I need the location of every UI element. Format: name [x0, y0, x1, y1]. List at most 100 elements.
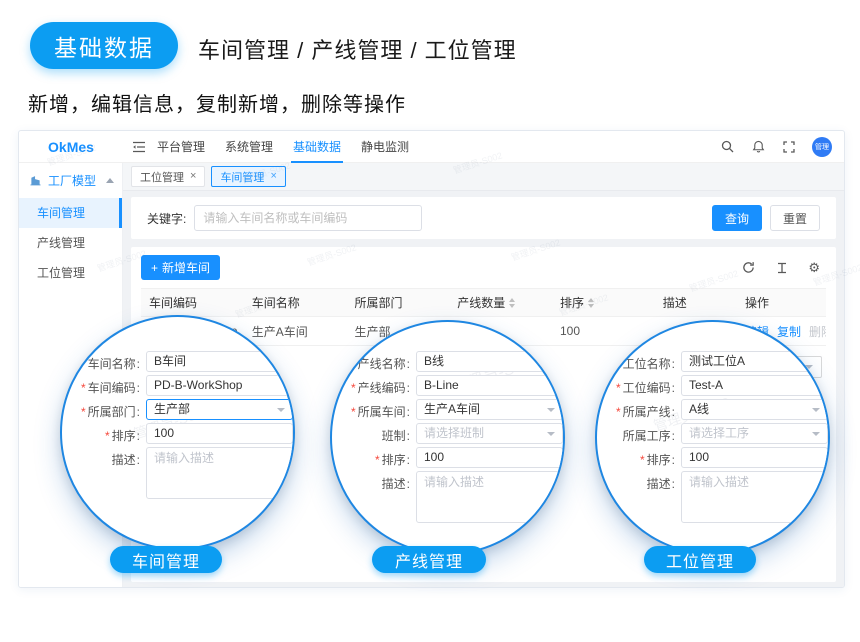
sort-up-icon: [509, 298, 515, 302]
form-select[interactable]: 生产A车间: [416, 399, 563, 420]
search-panel: 关键字: 请输入车间名称或车间编码 查询 重置: [131, 197, 836, 239]
action-link[interactable]: 复制: [777, 323, 801, 340]
refresh-icon[interactable]: [740, 260, 756, 276]
form-input[interactable]: PD-B-WorkShop: [146, 375, 293, 396]
form-label: 产线名称: [332, 351, 410, 372]
tab[interactable]: 车间管理 ×: [211, 166, 285, 187]
chevron-down-icon: [812, 408, 820, 412]
form-label: 工位名称: [597, 351, 675, 372]
reset-button[interactable]: 重置: [770, 205, 820, 231]
form-row: 车间编码 PD-B-WorkShop: [62, 375, 293, 396]
sidebar-item[interactable]: 产线管理: [19, 228, 122, 258]
table-cell: 100: [552, 324, 655, 338]
form-label: 所属部门: [62, 399, 140, 420]
top-nav-item[interactable]: 平台管理: [157, 130, 205, 163]
form-row: 产线编码B-Line: [332, 375, 563, 396]
close-icon[interactable]: ×: [270, 171, 276, 182]
form-textarea[interactable]: 请输入描述: [681, 471, 828, 523]
keyword-input[interactable]: 请输入车间名称或车间编码: [194, 205, 422, 231]
top-nav-item[interactable]: 静电监测: [361, 130, 409, 163]
column-header-label: 所属部门: [355, 294, 403, 311]
chevron-down-icon: [547, 408, 555, 412]
sidebar-item[interactable]: 车间管理: [19, 198, 122, 228]
table-header-row: 车间编码车间名称所属部门产线数量排序描述操作: [141, 288, 826, 317]
close-icon[interactable]: ×: [190, 171, 196, 182]
top-nav: 平台管理系统管理基础数据静电监测: [157, 130, 409, 163]
form-row: 所属车间生产A车间: [332, 399, 563, 420]
form-label: 排序: [597, 447, 675, 468]
avatar[interactable]: 管理: [812, 137, 832, 157]
column-header: 描述: [655, 294, 737, 311]
sort-icon[interactable]: [588, 298, 594, 308]
form-label: 车间编码: [62, 375, 140, 396]
form-input[interactable]: B车间: [146, 351, 293, 372]
form-label: 工位编码: [597, 375, 675, 396]
building-icon: [27, 173, 43, 189]
sort-down-icon: [588, 304, 594, 308]
top-nav-item[interactable]: 基础数据: [293, 130, 341, 163]
form-row: 描述请输入描述: [332, 471, 563, 523]
fullscreen-icon[interactable]: [781, 139, 797, 155]
form-row: 班制请选择班制: [332, 423, 563, 444]
form-input[interactable]: B-Line: [416, 375, 563, 396]
tab-bar: 工位管理 × 车间管理 ×: [123, 163, 844, 191]
density-icon[interactable]: [774, 260, 790, 276]
form-row: 产线名称 B线: [332, 351, 563, 372]
search-icon[interactable]: [719, 139, 735, 155]
form-row: 排序 100: [597, 447, 828, 468]
magnifier-station-form: 管理员-S002 工位名称测试工位A工位编码Test-A所属产线A线所属工序请选…: [595, 320, 830, 555]
chevron-down-icon: [547, 432, 555, 436]
column-header-label: 描述: [663, 294, 687, 311]
form-textarea[interactable]: 请输入描述: [416, 471, 563, 523]
label-line-management: 产线管理: [372, 546, 486, 573]
form-input[interactable]: Test-A: [681, 375, 828, 396]
form-input[interactable]: 100: [146, 423, 293, 444]
form-row: 工位名称测试工位A: [597, 351, 828, 372]
form-row: 工位编码 Test-A: [597, 375, 828, 396]
label-station-management: 工位管理: [644, 546, 756, 573]
form-label: 所属工序: [597, 423, 675, 444]
form-input[interactable]: 测试工位A: [681, 351, 828, 372]
bell-icon[interactable]: [750, 139, 766, 155]
tab-label: 车间管理: [220, 169, 264, 185]
page: 基础数据 车间管理 / 产线管理 / 工位管理 新增，编辑信息，复制新增，删除等…: [0, 0, 860, 642]
form-row: 描述请输入描述: [62, 447, 293, 499]
column-header: 所属部门: [347, 294, 450, 311]
page-subtitle: 新增，编辑信息，复制新增，删除等操作: [28, 88, 406, 117]
header-actions: 管理: [719, 137, 844, 157]
sort-icon[interactable]: [509, 298, 515, 308]
column-header-label: 排序: [560, 294, 584, 311]
form-row: 车间名称 B车间: [62, 351, 293, 372]
form-textarea[interactable]: 请输入描述: [146, 447, 293, 499]
sidebar-group-label: 工厂模型: [48, 172, 96, 189]
column-header: 车间名称: [244, 294, 347, 311]
form-input[interactable]: 100: [681, 447, 828, 468]
sort-down-icon: [509, 304, 515, 308]
column-settings-icon[interactable]: ⚙: [808, 261, 820, 274]
page-title: 车间管理 / 产线管理 / 工位管理: [198, 33, 517, 65]
menu-fold-icon[interactable]: [131, 139, 147, 155]
sidebar-item[interactable]: 工位管理: [19, 258, 122, 288]
app-logo[interactable]: OkMes: [19, 139, 123, 155]
form-input[interactable]: 100: [416, 447, 563, 468]
query-button[interactable]: 查询: [712, 205, 762, 231]
form-select[interactable]: 请选择班制: [416, 423, 563, 444]
form-label: 描述: [332, 471, 410, 492]
form-label: 班制: [332, 423, 410, 444]
plus-icon: +: [151, 261, 158, 275]
top-nav-item[interactable]: 系统管理: [225, 130, 273, 163]
form-label: 排序: [332, 447, 410, 468]
add-workshop-button[interactable]: + 新增车间: [141, 255, 220, 280]
form-label: 车间名称: [62, 351, 140, 372]
form-select[interactable]: 生产部: [146, 399, 293, 420]
sidebar-group-factory-model[interactable]: 工厂模型: [19, 163, 122, 198]
tab[interactable]: 工位管理 ×: [131, 166, 205, 187]
column-header-label: 产线数量: [457, 294, 505, 311]
form-select[interactable]: 请选择工序: [681, 423, 828, 444]
form-row: 描述请输入描述: [597, 471, 828, 523]
form-select[interactable]: A线: [681, 399, 828, 420]
form-input[interactable]: B线: [416, 351, 563, 372]
form-label: 排序: [62, 423, 140, 444]
column-header-label: 操作: [745, 294, 769, 311]
tab-label: 工位管理: [140, 169, 184, 185]
